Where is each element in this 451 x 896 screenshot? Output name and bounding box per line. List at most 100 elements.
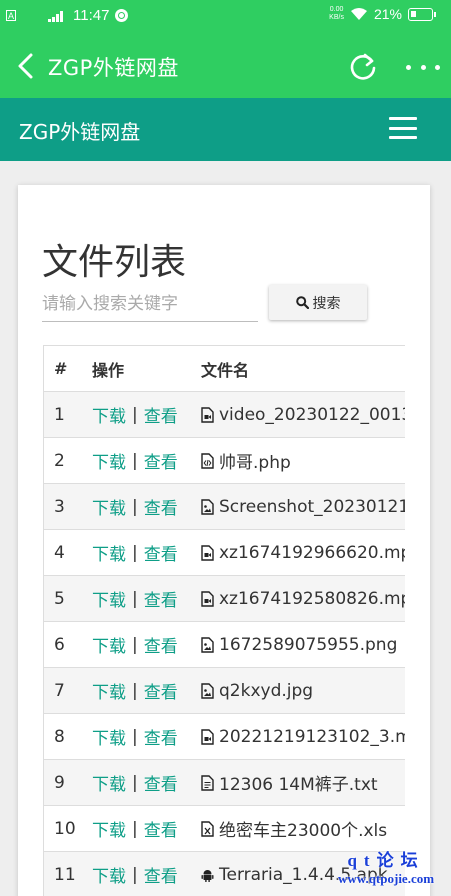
download-link[interactable]: 下载	[92, 402, 126, 427]
view-link[interactable]: 查看	[144, 494, 178, 519]
watermark-logo: qt论坛 www.qtpojie.com	[338, 851, 435, 886]
row-filename-cell: xz1674192966620.mp4	[201, 543, 405, 563]
row-filename-cell: Screenshot_20230121	[201, 497, 405, 517]
file-name[interactable]: xz1674192966620.mp4	[219, 543, 405, 563]
action-separator: |	[132, 726, 138, 747]
row-actions: 下载 | 查看	[92, 402, 201, 428]
video-file-icon	[201, 590, 214, 607]
net-speed: 0.00 KB/s	[329, 6, 344, 21]
row-filename-cell: 绝密车主23000个.xls	[201, 816, 405, 841]
row-filename-cell: 20221219123102_3.mp4	[201, 727, 405, 747]
row-filename-cell: video_20230122_001316	[201, 405, 405, 425]
site-brand[interactable]: ZGP外链网盘	[19, 116, 140, 145]
download-link[interactable]: 下载	[92, 586, 126, 611]
view-link[interactable]: 查看	[144, 816, 178, 841]
file-name[interactable]: 12306 14M裤子.txt	[219, 770, 378, 795]
file-name[interactable]: xz1674192580826.mp4	[219, 589, 405, 609]
search-button-label: 搜索	[312, 295, 341, 312]
view-link[interactable]: 查看	[144, 402, 178, 427]
view-link[interactable]: 查看	[144, 724, 178, 749]
table-row: 3 下载 | 查看 Screenshot_20230121	[44, 484, 405, 530]
action-separator: |	[132, 864, 138, 885]
download-link[interactable]: 下载	[92, 816, 126, 841]
row-filename-cell: 12306 14M裤子.txt	[201, 770, 405, 795]
action-separator: |	[132, 772, 138, 793]
video-file-icon	[201, 544, 214, 561]
refresh-icon[interactable]	[348, 52, 378, 82]
header-ops: 操作	[92, 360, 125, 380]
text-file-icon	[201, 774, 214, 791]
back-icon[interactable]	[14, 52, 40, 80]
download-link[interactable]: 下载	[92, 448, 126, 473]
app-notification-icon	[115, 9, 129, 22]
table-row: 7 下载 | 查看 q2kxyd.jpg	[44, 668, 405, 714]
action-separator: |	[132, 542, 138, 563]
row-number: 1	[54, 404, 65, 425]
row-number: 5	[54, 588, 65, 609]
file-name[interactable]: q2kxyd.jpg	[219, 681, 313, 701]
battery-icon	[408, 7, 436, 21]
notification-a-icon: A	[6, 10, 16, 21]
table-row: 4 下载 | 查看 xz1674192966620.mp4	[44, 530, 405, 576]
download-link[interactable]: 下载	[92, 632, 126, 657]
app-title: ZGP外链网盘	[48, 56, 179, 80]
view-link[interactable]: 查看	[144, 678, 178, 703]
row-filename-cell: xz1674192580826.mp4	[201, 589, 405, 609]
table-row: 2 下载 | 查看 帅哥.php	[44, 438, 405, 484]
row-number: 2	[54, 450, 65, 471]
file-name[interactable]: Screenshot_20230121	[219, 497, 405, 517]
android-file-icon	[201, 867, 214, 883]
row-filename-cell: q2kxyd.jpg	[201, 681, 405, 701]
table-row: 8 下载 | 查看 20221219123102_3.mp4	[44, 714, 405, 760]
row-actions: 下载 | 查看	[92, 678, 201, 704]
download-link[interactable]: 下载	[92, 724, 126, 749]
view-link[interactable]: 查看	[144, 632, 178, 657]
table-row: 6 下载 | 查看 1672589075955.png	[44, 622, 405, 668]
row-actions: 下载 | 查看	[92, 816, 201, 842]
row-filename-cell: 帅哥.php	[201, 448, 405, 473]
status-bar: A 11:47 0.00 KB/s 21%	[0, 0, 451, 34]
file-name[interactable]: video_20230122_001316	[219, 405, 405, 425]
action-separator: |	[132, 588, 138, 609]
row-number: 8	[54, 726, 65, 747]
search-button[interactable]: 搜索	[269, 285, 367, 320]
file-name[interactable]: 帅哥.php	[219, 448, 291, 473]
file-table: # 操作 文件名 1 下载 | 查看 video_20230122_001316 2 下载 |…	[43, 345, 405, 896]
row-filename-cell: 1672589075955.png	[201, 635, 405, 655]
video-file-icon	[201, 406, 214, 423]
view-link[interactable]: 查看	[144, 448, 178, 473]
row-number: 7	[54, 680, 65, 701]
image-file-icon	[201, 498, 214, 515]
download-link[interactable]: 下载	[92, 678, 126, 703]
row-actions: 下载 | 查看	[92, 724, 201, 750]
row-actions: 下载 | 查看	[92, 862, 201, 888]
table-row: 9 下载 | 查看 12306 14M裤子.txt	[44, 760, 405, 806]
table-row: 5 下载 | 查看 xz1674192580826.mp4	[44, 576, 405, 622]
status-time: 11:47	[73, 7, 110, 24]
hamburger-icon[interactable]	[389, 117, 417, 139]
more-icon[interactable]	[406, 58, 440, 76]
download-link[interactable]: 下载	[92, 494, 126, 519]
video-file-icon	[201, 728, 214, 745]
download-link[interactable]: 下载	[92, 862, 126, 887]
download-link[interactable]: 下载	[92, 540, 126, 565]
download-link[interactable]: 下载	[92, 770, 126, 795]
file-name[interactable]: 绝密车主23000个.xls	[219, 816, 387, 841]
image-file-icon	[201, 682, 214, 699]
row-actions: 下载 | 查看	[92, 770, 201, 796]
header-filename: 文件名	[201, 360, 250, 380]
view-link[interactable]: 查看	[144, 540, 178, 565]
view-link[interactable]: 查看	[144, 770, 178, 795]
excel-file-icon	[201, 820, 214, 837]
page-title: 文件列表	[42, 242, 187, 283]
row-number: 6	[54, 634, 65, 655]
search-input[interactable]	[42, 286, 258, 322]
file-name[interactable]: 1672589075955.png	[219, 635, 397, 655]
app-bar: ZGP外链网盘	[0, 34, 451, 98]
table-row: 1 下载 | 查看 video_20230122_001316	[44, 392, 405, 438]
view-link[interactable]: 查看	[144, 862, 178, 887]
view-link[interactable]: 查看	[144, 586, 178, 611]
file-name[interactable]: 20221219123102_3.mp4	[219, 727, 405, 747]
action-separator: |	[132, 818, 138, 839]
image-file-icon	[201, 636, 214, 653]
